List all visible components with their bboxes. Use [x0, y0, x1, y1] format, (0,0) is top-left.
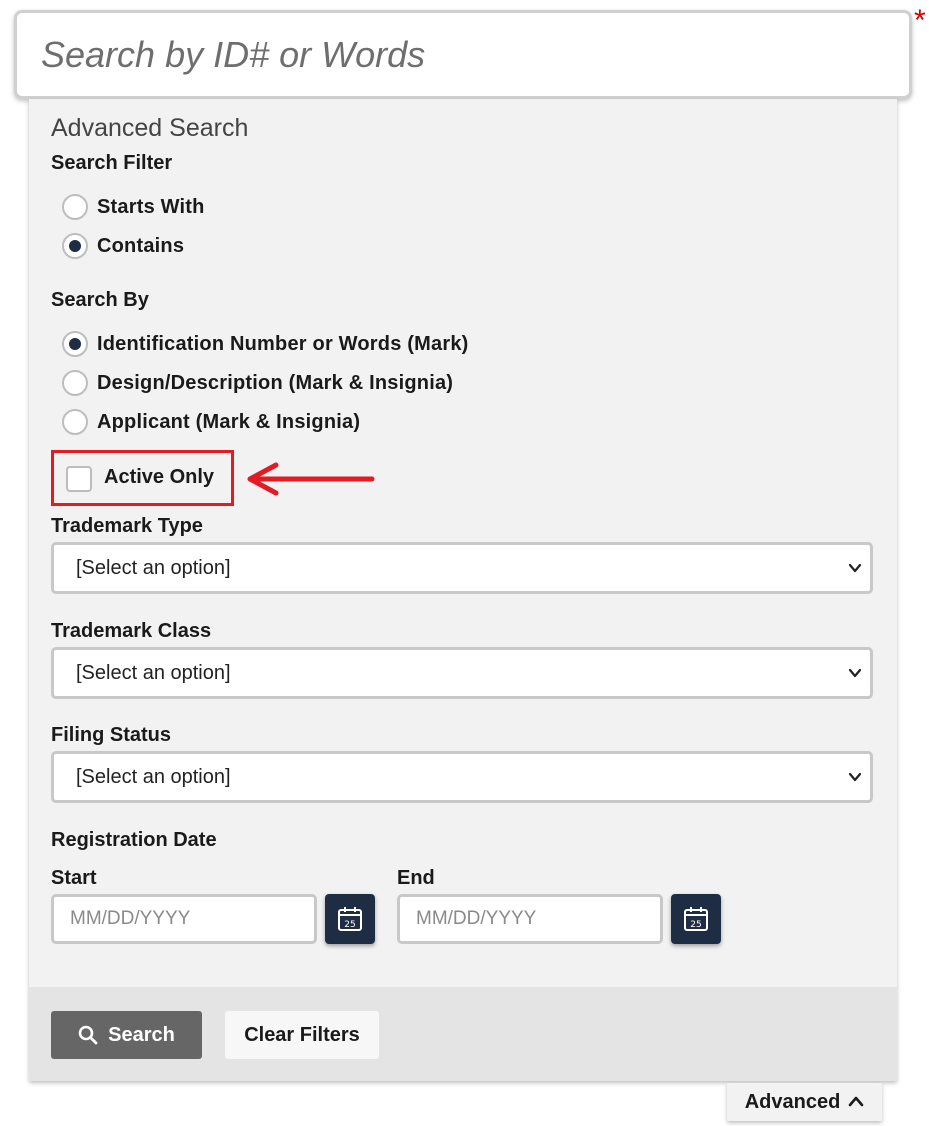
select-value: [Select an option]	[76, 766, 231, 788]
arrow-left-icon	[247, 462, 375, 496]
advanced-toggle-label: Advanced	[744, 1090, 841, 1113]
trademark-class-label: Trademark Class	[51, 620, 212, 642]
radio-label: Design/Description (Mark & Insignia)	[97, 371, 454, 394]
radio-button-selected[interactable]	[62, 331, 88, 357]
radio-starts-with[interactable]: Starts With	[62, 192, 205, 222]
search-by-label: Search By	[51, 289, 149, 311]
search-filter-label: Search Filter	[51, 152, 173, 174]
registration-date-label: Registration Date	[51, 829, 217, 851]
clear-filters-button[interactable]: Clear Filters	[225, 1011, 379, 1059]
radio-identification-number[interactable]: Identification Number or Words (Mark)	[62, 329, 469, 359]
chevron-down-icon	[848, 772, 862, 782]
select-value: [Select an option]	[76, 557, 231, 579]
radio-label: Identification Number or Words (Mark)	[97, 332, 469, 355]
calendar-icon: 25	[684, 907, 708, 931]
radio-button-selected[interactable]	[62, 233, 88, 259]
advanced-toggle-button[interactable]: Advanced	[727, 1083, 882, 1121]
active-only-label[interactable]: Active Only	[104, 466, 214, 489]
calendar-day: 25	[690, 920, 701, 930]
action-bar: Search Clear Filters	[29, 987, 897, 1081]
chevron-down-icon	[848, 668, 862, 678]
radio-label: Starts With	[97, 195, 205, 218]
clear-filters-label: Clear Filters	[244, 1023, 360, 1046]
search-button[interactable]: Search	[51, 1011, 202, 1059]
search-input[interactable]	[14, 10, 912, 99]
end-date-calendar-button[interactable]: 25	[671, 894, 721, 944]
trademark-class-select[interactable]: [Select an option]	[51, 647, 873, 699]
radio-contains[interactable]: Contains	[62, 231, 184, 261]
chevron-down-icon	[848, 563, 862, 573]
search-button-label: Search	[108, 1023, 175, 1046]
radio-button[interactable]	[62, 194, 88, 220]
chevron-up-icon	[848, 1096, 864, 1107]
start-date-label: Start	[51, 867, 97, 889]
radio-label: Contains	[97, 234, 185, 257]
required-marker: *	[914, 4, 926, 37]
calendar-icon: 25	[338, 907, 362, 931]
end-date-label: End	[397, 867, 435, 889]
filing-status-select[interactable]: [Select an option]	[51, 751, 873, 803]
end-date-input[interactable]	[397, 894, 663, 944]
trademark-type-select[interactable]: [Select an option]	[51, 542, 873, 594]
calendar-day: 25	[344, 920, 355, 930]
active-only-highlight: Active Only	[51, 450, 234, 506]
advanced-search-title: Advanced Search	[51, 114, 249, 142]
select-value: [Select an option]	[76, 662, 231, 684]
radio-applicant[interactable]: Applicant (Mark & Insignia)	[62, 407, 360, 437]
filing-status-label: Filing Status	[51, 724, 171, 746]
search-icon	[78, 1025, 98, 1045]
start-date-calendar-button[interactable]: 25	[325, 894, 375, 944]
radio-button[interactable]	[62, 409, 88, 435]
start-date-input[interactable]	[51, 894, 317, 944]
radio-design-description[interactable]: Design/Description (Mark & Insignia)	[62, 368, 453, 398]
trademark-type-label: Trademark Type	[51, 515, 203, 537]
radio-label: Applicant (Mark & Insignia)	[97, 410, 361, 433]
advanced-search-panel: Advanced Search Search Filter Starts Wit…	[29, 99, 897, 1081]
active-only-checkbox[interactable]	[66, 466, 92, 492]
radio-button[interactable]	[62, 370, 88, 396]
